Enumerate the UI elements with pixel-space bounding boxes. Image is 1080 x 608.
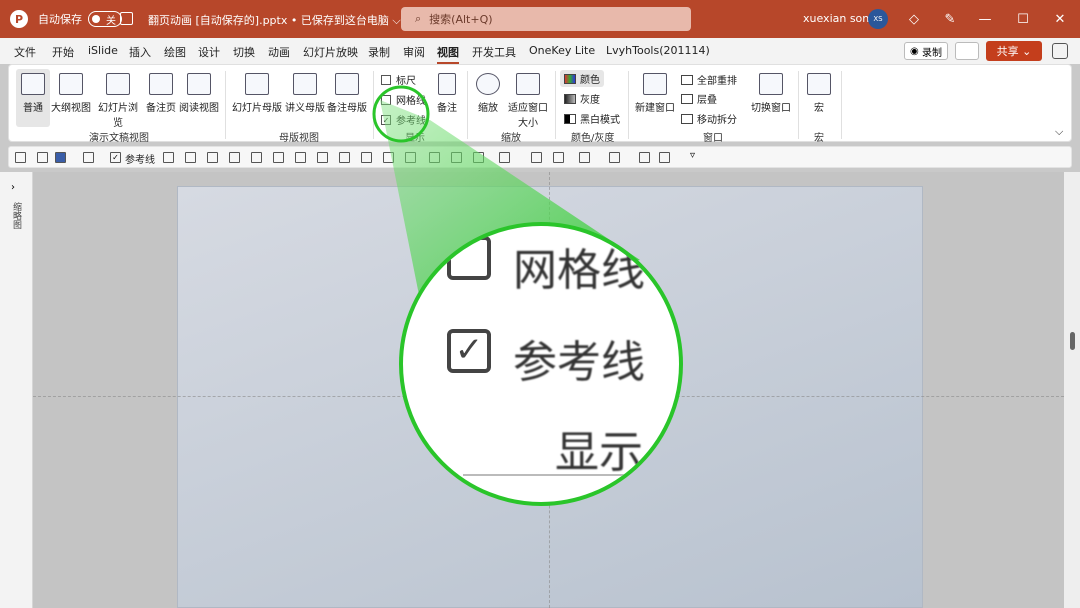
zoom-gridlines-box [447,236,491,280]
zoom-show-label: 显示 [555,427,643,478]
zoom-guides-check-icon: ✓ [447,329,491,373]
zoom-gridlines-label: 网格线 [513,245,645,296]
zoom-guides-label: 参考线 [513,337,645,388]
powerpoint-window: P 自动保存 关 翻页动画 [自动保存的].pptx • 已保存到这台电脑 ⌵ … [0,0,1080,608]
zoom-divider [463,474,679,476]
zoom-callout: 网格线 ✓ 参考线 显示 [399,222,683,506]
